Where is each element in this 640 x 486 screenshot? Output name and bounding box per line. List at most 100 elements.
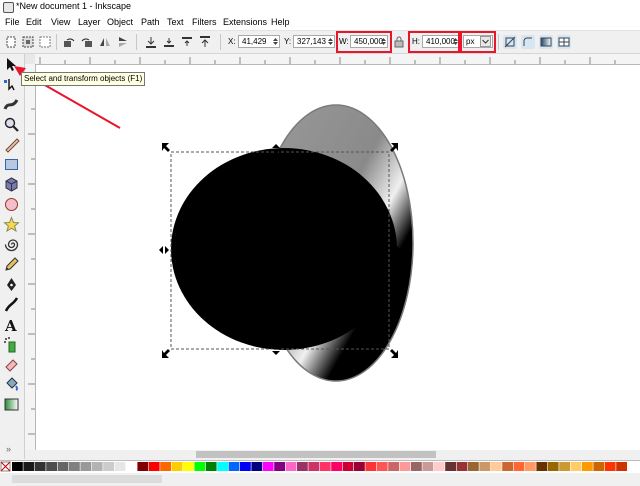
raise-to-top-icon[interactable]: [198, 35, 212, 49]
toolbox-overflow-icon[interactable]: »: [6, 444, 11, 454]
menu-path[interactable]: Path: [141, 17, 160, 27]
color-swatch[interactable]: [23, 462, 35, 471]
color-swatch[interactable]: [183, 462, 194, 471]
menu-extensions[interactable]: Extensions: [223, 17, 267, 27]
color-swatch[interactable]: [331, 462, 342, 471]
color-swatch[interactable]: [91, 462, 103, 471]
color-swatch[interactable]: [399, 462, 411, 471]
flip-vertical-icon[interactable]: [116, 35, 130, 49]
color-swatch[interactable]: [433, 462, 445, 471]
color-swatch[interactable]: [46, 462, 57, 471]
color-swatch[interactable]: [69, 462, 80, 471]
pen-tool-icon[interactable]: [3, 276, 20, 293]
color-swatch[interactable]: [559, 462, 570, 471]
color-swatch[interactable]: [114, 462, 126, 471]
color-swatch[interactable]: [616, 462, 627, 471]
color-swatch[interactable]: [502, 462, 513, 471]
rotate-cw-icon[interactable]: [80, 35, 94, 49]
menu-help[interactable]: Help: [271, 17, 290, 27]
color-swatch[interactable]: [342, 462, 354, 471]
color-swatch[interactable]: [194, 462, 206, 471]
spin-arrows-icon[interactable]: [273, 37, 278, 46]
color-swatch[interactable]: [411, 462, 422, 471]
spin-arrows-icon[interactable]: [328, 37, 333, 46]
menu-file[interactable]: File: [5, 17, 20, 27]
color-swatch[interactable]: [274, 462, 285, 471]
color-swatch[interactable]: [388, 462, 399, 471]
color-swatch[interactable]: [171, 462, 183, 471]
color-swatch[interactable]: [604, 462, 616, 471]
spray-tool-icon[interactable]: [3, 336, 20, 353]
menu-layer[interactable]: Layer: [78, 17, 101, 27]
color-swatch[interactable]: [513, 462, 525, 471]
color-swatch[interactable]: [137, 462, 149, 471]
gradient-tool-icon[interactable]: [3, 396, 20, 413]
scrollbar-thumb[interactable]: [196, 451, 436, 458]
color-swatch[interactable]: [34, 462, 46, 471]
color-swatch[interactable]: [126, 462, 137, 471]
color-swatch[interactable]: [217, 462, 228, 471]
spiral-tool-icon[interactable]: [3, 236, 20, 253]
scale-corners-icon[interactable]: [521, 35, 535, 49]
paint-bucket-tool-icon[interactable]: [3, 376, 20, 393]
deselect-icon[interactable]: [38, 35, 52, 49]
menu-edit[interactable]: Edit: [26, 17, 42, 27]
eraser-tool-icon[interactable]: [3, 356, 20, 373]
star-tool-icon[interactable]: [3, 216, 20, 233]
color-swatch[interactable]: [262, 462, 274, 471]
menu-view[interactable]: View: [51, 17, 70, 27]
color-swatch[interactable]: [468, 462, 479, 471]
color-swatch[interactable]: [80, 462, 92, 471]
color-swatch[interactable]: [479, 462, 491, 471]
color-swatch[interactable]: [251, 462, 263, 471]
lower-to-bottom-icon[interactable]: [144, 35, 158, 49]
lower-icon[interactable]: [162, 35, 176, 49]
menu-object[interactable]: Object: [107, 17, 133, 27]
color-swatch[interactable]: [240, 462, 251, 471]
menu-filters[interactable]: Filters: [192, 17, 217, 27]
scale-stroke-icon[interactable]: [503, 35, 517, 49]
color-swatch[interactable]: [490, 462, 502, 471]
black-circle[interactable]: [171, 148, 397, 350]
text-tool-icon[interactable]: A: [3, 316, 20, 335]
color-swatch[interactable]: [308, 462, 320, 471]
color-swatch[interactable]: [445, 462, 456, 471]
select-all-icon[interactable]: [4, 35, 18, 49]
rotate-ccw-icon[interactable]: [62, 35, 76, 49]
color-swatch[interactable]: [422, 462, 434, 471]
color-swatch[interactable]: [365, 462, 377, 471]
calligraphy-tool-icon[interactable]: [3, 296, 20, 313]
color-swatch[interactable]: [456, 462, 468, 471]
color-swatch[interactable]: [12, 462, 23, 471]
color-swatch[interactable]: [160, 462, 171, 471]
color-swatch[interactable]: [285, 462, 297, 471]
pencil-tool-icon[interactable]: [3, 256, 20, 273]
y-input[interactable]: 327,143: [293, 35, 335, 48]
no-paint-swatch[interactable]: [0, 461, 11, 472]
color-swatch[interactable]: [148, 462, 160, 471]
rectangle-tool-icon[interactable]: [3, 156, 20, 173]
transform-gradients-icon[interactable]: [539, 35, 553, 49]
ellipse-tool-icon[interactable]: [3, 196, 20, 213]
select-all-layers-icon[interactable]: [21, 35, 35, 49]
color-swatch[interactable]: [582, 462, 593, 471]
color-swatch[interactable]: [354, 462, 365, 471]
color-swatch[interactable]: [228, 462, 240, 471]
color-swatch[interactable]: [297, 462, 308, 471]
lock-icon[interactable]: [394, 35, 404, 49]
x-input[interactable]: 41,429: [238, 35, 280, 48]
color-swatch[interactable]: [547, 462, 559, 471]
raise-icon[interactable]: [180, 35, 194, 49]
color-swatch[interactable]: [376, 462, 388, 471]
color-swatch[interactable]: [103, 462, 114, 471]
transform-patterns-icon[interactable]: [557, 35, 571, 49]
menu-text[interactable]: Text: [167, 17, 184, 27]
color-swatch[interactable]: [319, 462, 331, 471]
measure-tool-icon[interactable]: [3, 136, 20, 153]
color-swatch[interactable]: [593, 462, 605, 471]
color-swatch[interactable]: [536, 462, 548, 471]
3d-box-tool-icon[interactable]: [3, 176, 20, 193]
flip-horizontal-icon[interactable]: [98, 35, 112, 49]
color-swatch[interactable]: [57, 462, 69, 471]
color-swatch[interactable]: [205, 462, 217, 471]
